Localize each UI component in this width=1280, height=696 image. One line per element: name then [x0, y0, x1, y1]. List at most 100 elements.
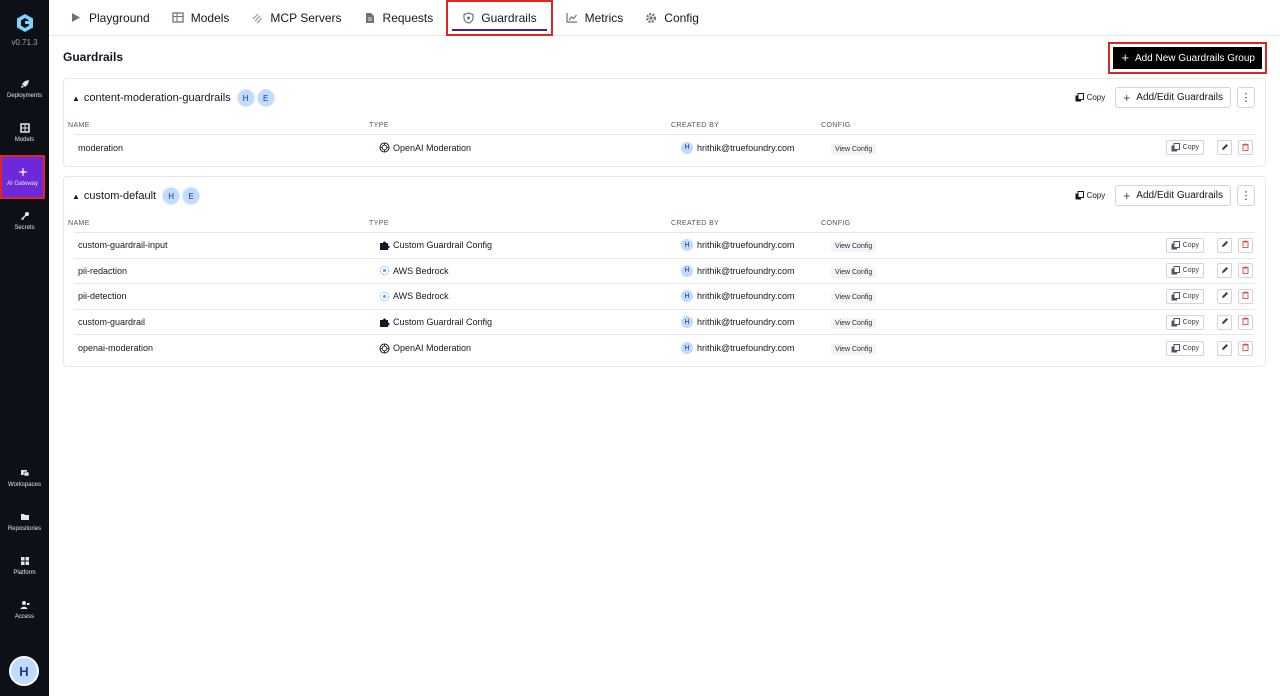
plus-icon: +	[1121, 50, 1129, 65]
edit-button[interactable]	[1217, 140, 1232, 156]
tab-models[interactable]: Models	[161, 0, 241, 36]
copy-icon	[1171, 240, 1180, 250]
column-header-name: NAME	[68, 220, 90, 227]
view-config-button[interactable]: View Config	[831, 266, 877, 278]
tab-mcp-servers[interactable]: MCP Servers	[240, 0, 352, 36]
table-icon	[172, 12, 184, 24]
folder-icon	[20, 512, 30, 522]
row-copy-button[interactable]: Copy	[1165, 140, 1204, 156]
document-icon	[364, 12, 376, 24]
edit-button[interactable]	[1217, 314, 1232, 330]
copy-label: Copy	[1086, 191, 1106, 200]
access-icon	[20, 600, 30, 610]
version-label: v0.71.3	[11, 38, 38, 47]
edit-button[interactable]	[1217, 288, 1232, 304]
tab-config[interactable]: Config	[634, 0, 710, 36]
sidebar-item-repositories[interactable]: Repositories	[0, 500, 49, 544]
delete-button[interactable]	[1238, 140, 1253, 156]
sidebar-item-label: Secrets	[14, 225, 35, 231]
copy-icon	[1171, 343, 1180, 353]
sidebar-item-workspaces[interactable]: Workspaces	[0, 456, 49, 500]
created-by: H hrithik@truefoundry.com	[681, 239, 795, 252]
config-cell: View Config	[831, 343, 877, 356]
view-config-button[interactable]: View Config	[831, 318, 877, 330]
created-by: H hrithik@truefoundry.com	[681, 290, 795, 303]
row-copy-button[interactable]: Copy	[1165, 237, 1204, 253]
owner-badge: E	[182, 187, 201, 205]
copy-icon	[1171, 317, 1180, 327]
tab-guardrails[interactable]: Guardrails	[446, 0, 553, 36]
view-config-button[interactable]: View Config	[831, 241, 877, 253]
creator-avatar: H	[681, 342, 693, 355]
caret-up-icon[interactable]: ▲	[72, 94, 80, 103]
column-header-type: TYPE	[369, 122, 389, 129]
row-copy-button[interactable]: Copy	[1165, 288, 1204, 304]
copy-icon	[1171, 266, 1180, 275]
gateway-icon	[18, 167, 28, 177]
add-edit-guardrails-button[interactable]: + Add/Edit Guardrails	[1115, 185, 1231, 206]
sidebar-item-access[interactable]: Access	[0, 588, 49, 632]
trash-icon	[1242, 317, 1249, 327]
creator-email: hrithik@truefoundry.com	[697, 291, 795, 302]
group-copy-button[interactable]: Copy	[1075, 191, 1106, 200]
table-row: moderation OpenAI Moderation H hrithik@t…	[74, 135, 1255, 161]
sidebar-item-ai-gateway[interactable]: AI Gateway	[0, 155, 45, 199]
truefoundry-logo-icon[interactable]	[14, 12, 36, 34]
view-config-button[interactable]: View Config	[831, 344, 877, 356]
sidebar-item-models[interactable]: Models	[0, 111, 49, 155]
delete-button[interactable]	[1238, 288, 1253, 304]
view-config-button[interactable]: View Config	[831, 143, 877, 155]
group-header: ▲ content-moderation-guardrails H E Copy…	[64, 79, 1265, 117]
config-cell: View Config	[831, 291, 877, 304]
edit-button[interactable]	[1217, 340, 1232, 356]
play-icon	[70, 12, 82, 24]
copy-icon	[1075, 93, 1084, 102]
sidebar-item-label: AI Gateway	[6, 181, 38, 187]
delete-button[interactable]	[1238, 314, 1253, 330]
user-avatar[interactable]: H	[9, 656, 39, 686]
sidebar-item-deployments[interactable]: Deployments	[0, 67, 49, 111]
delete-button[interactable]	[1238, 340, 1253, 356]
copy-icon	[1075, 191, 1084, 200]
tab-metrics[interactable]: Metrics	[555, 0, 635, 36]
owner-badge: H	[162, 187, 181, 205]
add-edit-guardrails-button[interactable]: + Add/Edit Guardrails	[1115, 87, 1231, 108]
guardrail-group: ▲ custom-default H E Copy + Add/Edit Gua…	[63, 176, 1266, 367]
more-options-icon[interactable]: ⋮	[1237, 185, 1255, 206]
view-config-button[interactable]: View Config	[831, 292, 877, 304]
caret-up-icon[interactable]: ▲	[72, 192, 80, 201]
row-copy-button[interactable]: Copy	[1165, 263, 1204, 279]
add-guardrails-group-button[interactable]: + Add New Guardrails Group	[1113, 47, 1262, 69]
guardrail-type: OpenAI Moderation	[379, 142, 471, 153]
edit-button[interactable]	[1217, 237, 1232, 253]
config-cell: View Config	[831, 266, 877, 278]
created-by: H hrithik@truefoundry.com	[681, 342, 795, 355]
more-options-icon[interactable]: ⋮	[1237, 87, 1255, 108]
delete-button[interactable]	[1238, 263, 1253, 279]
table-row: custom-guardrail-input Custom Guardrail …	[74, 233, 1255, 259]
key-icon	[20, 211, 30, 221]
column-header-created-by: CREATED BY	[671, 122, 720, 129]
creator-avatar: H	[681, 239, 693, 252]
delete-button[interactable]	[1238, 237, 1253, 253]
tab-requests[interactable]: Requests	[353, 0, 445, 36]
tab-playground[interactable]: Playground	[59, 0, 161, 36]
guardrail-type: Custom Guardrail Config	[379, 317, 492, 328]
pencil-icon	[1221, 240, 1229, 250]
sidebar-item-platform[interactable]: Platform	[0, 544, 49, 588]
copy-label: Copy	[1086, 93, 1106, 102]
row-actions: Copy	[1165, 140, 1253, 156]
row-copy-button[interactable]: Copy	[1165, 340, 1204, 356]
sidebar-item-label: Deployments	[6, 93, 42, 99]
group-copy-button[interactable]: Copy	[1075, 93, 1106, 102]
copy-icon	[1171, 291, 1180, 301]
copy-label: Copy	[1182, 241, 1199, 249]
grid-icon	[19, 123, 30, 133]
tab-label: Guardrails	[481, 10, 537, 25]
add-edit-label: Add/Edit Guardrails	[1136, 190, 1223, 201]
tab-label: MCP Servers	[270, 10, 342, 25]
row-copy-button[interactable]: Copy	[1165, 314, 1204, 330]
edit-button[interactable]	[1217, 263, 1232, 279]
sidebar-item-secrets[interactable]: Secrets	[0, 199, 49, 243]
group-rows: moderation OpenAI Moderation H hrithik@t…	[64, 135, 1265, 161]
